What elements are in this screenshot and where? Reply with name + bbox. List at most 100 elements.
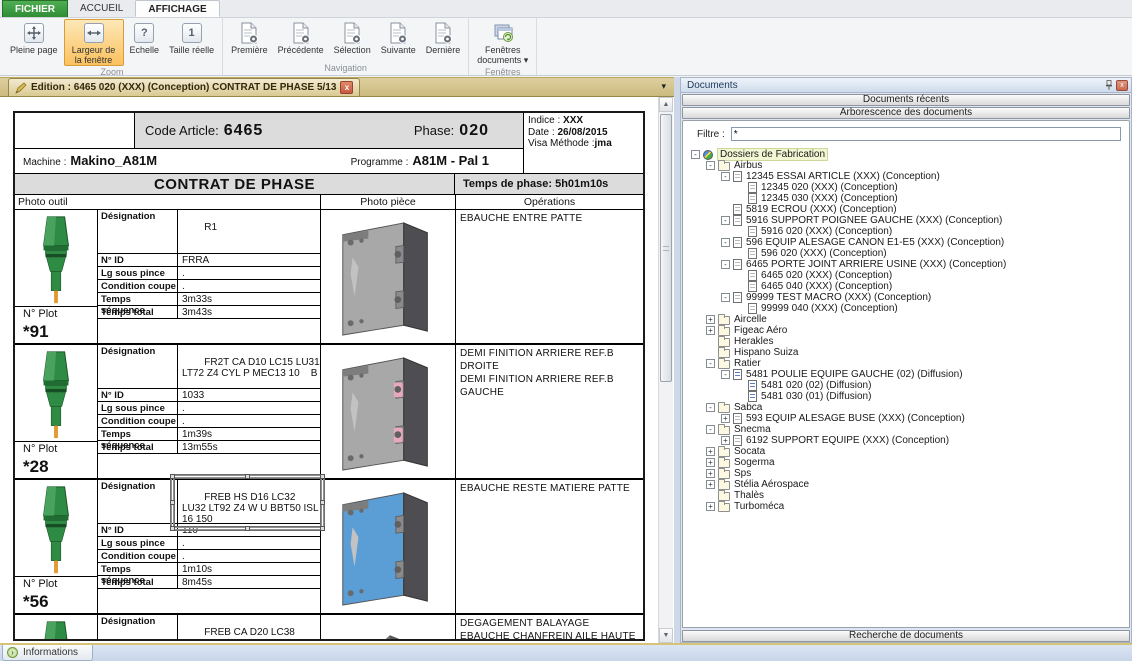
tree-item[interactable]: + Stélia Aérospace [683,479,1129,490]
tree-expander[interactable]: - [721,293,730,302]
lg-value[interactable]: . [178,537,320,550]
designation-value-cell[interactable]: R1 [178,210,320,254]
tree-item[interactable]: - 5916 SUPPORT POIGNEE GAUCHE (XXX) (Con… [683,215,1129,226]
nav-première-button[interactable]: Première [227,19,272,62]
designation-value-cell[interactable]: FR2T CA D10 LC15 LU31 LT72 Z4 CYL P MEC1… [178,345,320,389]
id-value[interactable]: 110 [178,524,320,537]
tree-expander[interactable]: - [706,359,715,368]
tree-item[interactable]: + Sogerma [683,457,1129,468]
seq-value[interactable]: 1m10s [178,563,320,576]
tree-expander[interactable]: - [721,260,730,269]
tree-item[interactable]: 12345 020 (XXX) (Conception) [683,182,1129,193]
taille-reelle-button[interactable]: 1 Taille réelle [165,19,218,66]
arborescence-bar[interactable]: Arborescence des documents [682,107,1130,119]
lg-value[interactable]: . [178,267,320,280]
condition-value[interactable]: . [178,550,320,563]
nav-dernière-button[interactable]: Dernière [422,19,465,62]
tree-expander[interactable]: - [721,370,730,379]
tree-item[interactable]: + 6192 SUPPORT EQUIPE (XXX) (Conception) [683,435,1129,446]
tree-item[interactable]: - Dossiers de Fabrication [683,149,1129,160]
designation-value-cell[interactable]: FREB HS D16 LC32 LU32 LT92 Z4 W U BBT50 … [178,480,320,524]
tree-item[interactable]: + Aircelle [683,314,1129,325]
pleine-page-button[interactable]: Pleine page [6,19,62,66]
tree-item[interactable]: - 5481 POULIE EQUIPE GAUCHE (02) (Diffus… [683,369,1129,380]
tree-expander[interactable]: - [691,150,700,159]
tree-item[interactable]: + Sps [683,468,1129,479]
page-badge-icon [238,22,260,44]
tree-item[interactable]: 6465 040 (XXX) (Conception) [683,281,1129,292]
echelle-button[interactable]: ? Echelle [126,19,164,66]
scroll-down-icon[interactable]: ▼ [659,628,673,643]
tree-item[interactable]: Hispano Suiza [683,347,1129,358]
tree-item[interactable]: - Snecma [683,424,1129,435]
tree-item[interactable]: + Socata [683,446,1129,457]
document-scrollbar[interactable]: ▲ ▼ [658,97,673,643]
tree-expander[interactable]: - [721,216,730,225]
tree-expander[interactable]: + [706,469,715,478]
tree-item[interactable]: 5819 ECROU (XXX) (Conception) [683,204,1129,215]
tree-item[interactable]: 6465 020 (XXX) (Conception) [683,270,1129,281]
tree-expander[interactable]: - [721,238,730,247]
tree-item[interactable]: - Sabca [683,402,1129,413]
tree-item[interactable]: - 12345 ESSAI ARTICLE (XXX) (Conception) [683,171,1129,182]
tree-item[interactable]: 5481 030 (01) (Diffusion) [683,391,1129,402]
pin-icon[interactable] [1105,80,1113,90]
id-value[interactable]: FRRA [178,254,320,267]
id-value[interactable]: 1033 [178,389,320,402]
tree-item[interactable]: 5481 020 (02) (Diffusion) [683,380,1129,391]
document-tab[interactable]: Edition : 6465 020 (XXX) (Conception) CO… [8,78,360,96]
fenetres-documents-button[interactable]: Fenêtres documents ▾ [473,19,532,66]
tree-item[interactable]: - Ratier [683,358,1129,369]
tree-expander[interactable]: + [721,436,730,445]
tree-expander[interactable]: + [706,458,715,467]
tree-item[interactable]: - 596 EQUIP ALESAGE CANON E1-E5 (XXX) (C… [683,237,1129,248]
tree-expander[interactable]: + [721,414,730,423]
tree-item[interactable]: 596 020 (XXX) (Conception) [683,248,1129,259]
tab-fichier[interactable]: FICHIER [2,0,68,17]
filter-input[interactable] [731,127,1121,141]
tree-expander[interactable]: + [706,326,715,335]
tab-list-caret-icon[interactable]: ▾ [661,81,666,92]
informations-tab[interactable]: › Informations [2,645,93,661]
seq-value[interactable]: 3m33s [178,293,320,306]
nav-suivante-button[interactable]: Suivante [377,19,420,62]
condition-value[interactable]: . [178,415,320,428]
tab-accueil[interactable]: ACCUEIL [68,0,135,17]
lg-value[interactable]: . [178,402,320,415]
tree-item[interactable]: - 99999 TEST MACRO (XXX) (Conception) [683,292,1129,303]
tree-item[interactable]: + Turboméca [683,501,1129,512]
tree-item[interactable]: - 6465 PORTE JOINT ARRIERE USINE (XXX) (… [683,259,1129,270]
tree-item[interactable]: 99999 040 (XXX) (Conception) [683,303,1129,314]
tree-item[interactable]: Thalès [683,490,1129,501]
tree-expander[interactable]: + [706,315,715,324]
recherche-documents-bar[interactable]: Recherche de documents [682,630,1130,642]
tree-expander[interactable]: - [706,161,715,170]
tree-item[interactable]: + 593 EQUIP ALESAGE BUSE (XXX) (Concepti… [683,413,1129,424]
tree-expander[interactable]: - [706,403,715,412]
scroll-up-icon[interactable]: ▲ [659,97,673,112]
scrollbar-thumb[interactable] [660,114,672,382]
documents-recents-bar[interactable]: Documents récents [682,94,1130,106]
close-document-icon[interactable]: x [340,81,353,94]
close-panel-icon[interactable]: x [1116,80,1128,91]
nav-précédente-button[interactable]: Précédente [274,19,328,62]
tree-item[interactable]: + Figeac Aéro [683,325,1129,336]
tree-expander[interactable]: + [706,447,715,456]
tree-item[interactable]: 5916 020 (XXX) (Conception) [683,226,1129,237]
total-value[interactable]: 3m43s [178,306,320,319]
seq-value[interactable]: 1m39s [178,428,320,441]
nav-sélection-button[interactable]: Sélection [330,19,375,62]
condition-value[interactable]: . [178,280,320,293]
tree-item[interactable]: - Airbus [683,160,1129,171]
tree-expander[interactable]: - [706,425,715,434]
tree-item[interactable]: 12345 030 (XXX) (Conception) [683,193,1129,204]
total-value[interactable]: 8m45s [178,576,320,589]
tree-item[interactable]: Herakles [683,336,1129,347]
tree-expander[interactable]: - [721,172,730,181]
total-value[interactable]: 13m55s [178,441,320,454]
tree-expander[interactable]: + [706,480,715,489]
largeur-fenetre-button[interactable]: Largeur de la fenêtre [64,19,124,66]
tab-affichage[interactable]: AFFICHAGE [135,0,219,17]
tree-expander[interactable]: + [706,502,715,511]
designation-value-cell[interactable]: FREB CA D20 LC38 LU70 LT126 Z4 CYL * BBT… [178,615,320,641]
